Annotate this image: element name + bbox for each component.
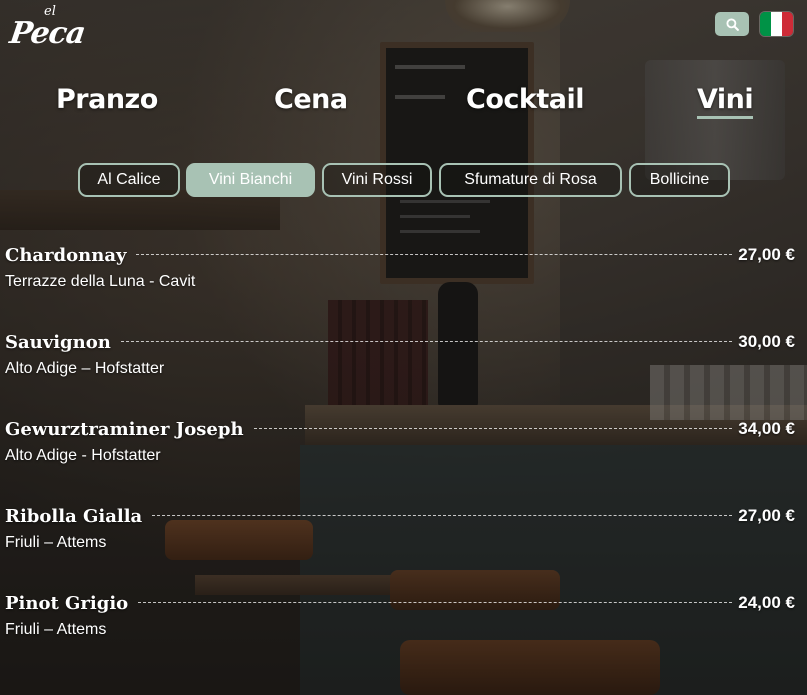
wine-name: Ribolla Gialla bbox=[5, 505, 143, 527]
nav-pranzo[interactable]: Pranzo bbox=[56, 84, 158, 115]
wine-price: 27,00 € bbox=[738, 245, 795, 264]
flag-stripe-white bbox=[771, 12, 782, 36]
wine-description: Terrazze della Luna - Cavit bbox=[5, 273, 196, 290]
wine-price: 24,00 € bbox=[738, 593, 795, 612]
wine-item: Pinot Grigio 24,00 € Friuli – Attems bbox=[5, 590, 795, 639]
dotted-leader bbox=[138, 601, 733, 603]
flag-stripe-green bbox=[760, 12, 771, 36]
search-button[interactable] bbox=[715, 12, 749, 36]
wine-description: Friuli – Attems bbox=[5, 534, 107, 551]
italian-flag-icon[interactable] bbox=[760, 12, 793, 36]
tab-sfumature-di-rosa[interactable]: Sfumature di Rosa bbox=[439, 163, 622, 197]
dotted-leader bbox=[253, 427, 733, 429]
wine-item: Ribolla Gialla 27,00 € Friuli – Attems bbox=[5, 503, 795, 552]
nav-cena[interactable]: Cena bbox=[274, 84, 348, 115]
dotted-leader bbox=[120, 340, 733, 342]
wine-price: 27,00 € bbox=[738, 506, 795, 525]
wine-name: Pinot Grigio bbox=[5, 592, 129, 614]
wine-description: Friuli – Attems bbox=[5, 621, 107, 638]
wine-item: Sauvignon 30,00 € Alto Adige – Hofstatte… bbox=[5, 329, 795, 378]
logo-name: Peca bbox=[7, 16, 88, 51]
dotted-leader bbox=[136, 253, 733, 255]
wine-name: Sauvignon bbox=[5, 331, 111, 353]
wine-price: 34,00 € bbox=[738, 419, 795, 438]
tab-vini-bianchi[interactable]: Vini Bianchi bbox=[186, 163, 315, 197]
nav-vini[interactable]: Vini bbox=[697, 84, 754, 119]
nav-cocktail[interactable]: Cocktail bbox=[466, 84, 584, 115]
tab-bollicine[interactable]: Bollicine bbox=[629, 163, 730, 197]
tab-vini-rossi[interactable]: Vini Rossi bbox=[322, 163, 432, 197]
wine-price: 30,00 € bbox=[738, 332, 795, 351]
search-icon bbox=[725, 17, 739, 31]
wine-description: Alto Adige – Hofstatter bbox=[5, 360, 165, 377]
wine-description: Alto Adige - Hofstatter bbox=[5, 447, 161, 464]
dotted-leader bbox=[152, 514, 733, 516]
wine-name: Chardonnay bbox=[5, 244, 127, 266]
flag-stripe-red bbox=[782, 12, 793, 36]
brand-logo[interactable]: el Peca bbox=[8, 4, 90, 56]
wine-item: Gewurztraminer Joseph 34,00 € Alto Adige… bbox=[5, 416, 795, 465]
wine-name: Gewurztraminer Joseph bbox=[5, 418, 244, 440]
tab-al-calice[interactable]: Al Calice bbox=[78, 163, 180, 197]
wine-item: Chardonnay 27,00 € Terrazze della Luna -… bbox=[5, 242, 795, 291]
